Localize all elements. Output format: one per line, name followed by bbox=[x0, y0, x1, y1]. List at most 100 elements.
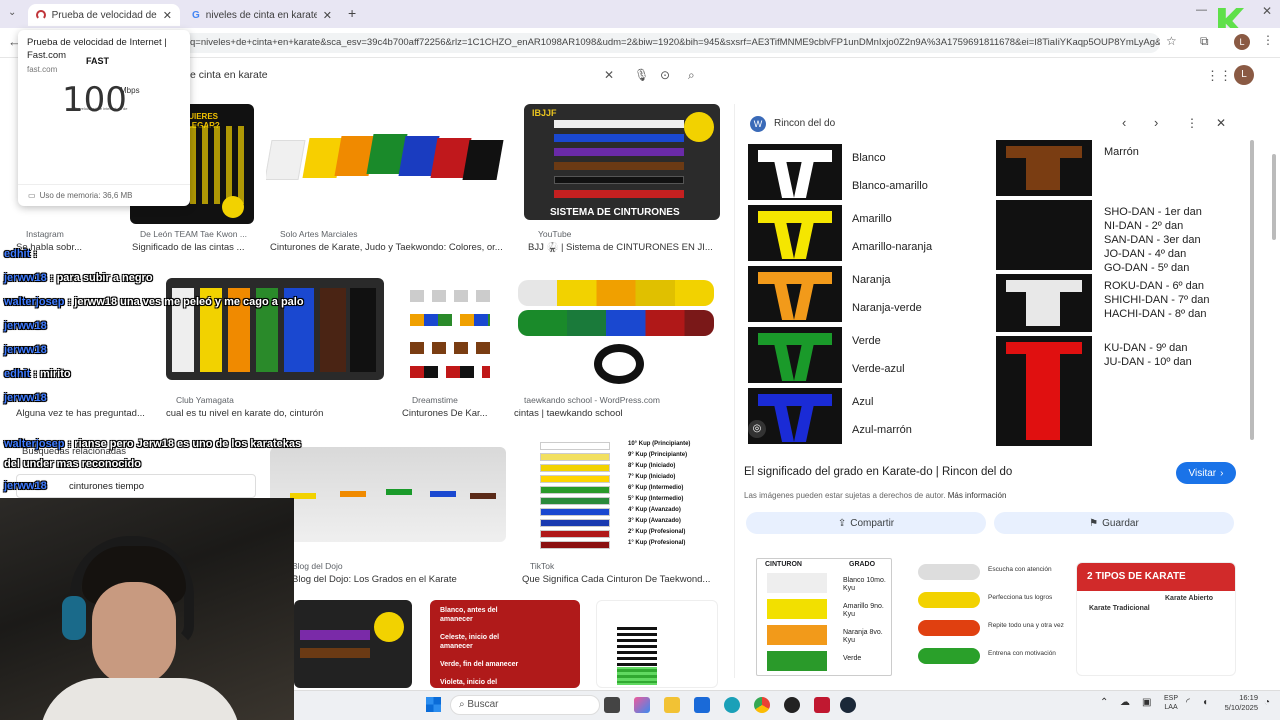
lens-search-icon[interactable]: ⊙ bbox=[660, 68, 670, 82]
result-caption[interactable]: Que Significa Cada Cinturon De Taekwond.… bbox=[522, 574, 718, 585]
more-info-link[interactable]: Más información bbox=[948, 491, 1007, 500]
result-caption[interactable]: Cinturones de Karate, Judo y Taekwondo: … bbox=[270, 242, 506, 253]
windows-start-icon[interactable] bbox=[426, 697, 441, 712]
related-image-rope[interactable]: Escucha con atención Perfecciona tus logr… bbox=[912, 558, 1068, 676]
hover-card-url: fast.com bbox=[27, 65, 58, 74]
result-caption[interactable]: Significado de las cintas ... bbox=[132, 242, 254, 253]
result-image-folded-belts[interactable] bbox=[166, 278, 384, 380]
share-button[interactable]: ⇪ Compartir bbox=[746, 512, 986, 534]
belt-grade-chart[interactable]: Blanco Blanco-amarillo Amarillo Amarillo-na… bbox=[748, 140, 1248, 450]
menu-dots-icon[interactable]: ⋮ bbox=[1262, 33, 1274, 47]
address-bar[interactable]: q=niveles+de+cinta+en+karate&sca_esv=39c… bbox=[180, 33, 1160, 53]
app-red-icon[interactable] bbox=[814, 697, 830, 713]
save-button[interactable]: ⚑ Guardar bbox=[994, 512, 1234, 534]
dan-belt-tail bbox=[1026, 216, 1060, 264]
bookmark-star-icon[interactable]: ☆ bbox=[1166, 34, 1177, 48]
tab-google[interactable]: G niveles de cinta en karate - Bus ✕ bbox=[184, 4, 340, 26]
tray-chevron-icon[interactable]: ⌃ bbox=[1100, 697, 1108, 708]
store-icon[interactable] bbox=[694, 697, 710, 713]
profile-avatar[interactable]: L bbox=[1234, 34, 1250, 50]
result-image-grade-table[interactable] bbox=[596, 600, 718, 688]
result-source[interactable]: TikTok bbox=[530, 561, 554, 571]
result-image-tied-belts[interactable] bbox=[512, 270, 718, 388]
result-source[interactable]: Solo Artes Marciales bbox=[280, 229, 357, 239]
task-view-icon[interactable] bbox=[604, 697, 620, 713]
close-panel-icon[interactable]: ✕ bbox=[1216, 116, 1226, 130]
result-image-belt-set[interactable] bbox=[400, 268, 498, 388]
result-source[interactable]: taewkando school - WordPress.com bbox=[524, 395, 660, 405]
result-caption[interactable]: Cinturones De Kar... bbox=[402, 408, 498, 419]
related-image-karate-types[interactable]: 2 TIPOS DE KARATE Karate Tradicional Kar… bbox=[1076, 562, 1236, 676]
taskbar-search[interactable]: ⌕ Buscar bbox=[450, 695, 600, 715]
result-source[interactable]: Instagram bbox=[26, 229, 64, 239]
tab-close-icon[interactable]: ✕ bbox=[163, 9, 172, 22]
tray-app-icon[interactable]: ▣ bbox=[1142, 697, 1151, 708]
more-options-icon[interactable]: ⋮ bbox=[1186, 116, 1198, 130]
tab-title: Prueba de velocidad de Interne bbox=[51, 9, 157, 21]
dark-belt-brown bbox=[300, 648, 370, 658]
clock[interactable]: 16:19 5/10/2025 bbox=[1218, 693, 1258, 713]
share-label: Compartir bbox=[850, 517, 895, 529]
extensions-icon[interactable]: ⧉ bbox=[1200, 34, 1209, 49]
new-tab-button[interactable]: + bbox=[348, 5, 356, 21]
result-image-poem[interactable]: Blanco, antes del amanecer Celeste, inici… bbox=[430, 600, 580, 688]
dan-belt-tail bbox=[1026, 290, 1060, 326]
result-caption[interactable]: BJJ 🥋 | Sistema de CINTURONES EN JI... bbox=[528, 242, 716, 253]
kup-label: 8° Kup (Iniciado) bbox=[628, 463, 676, 469]
result-caption[interactable]: cintas | taewkando school bbox=[514, 408, 718, 419]
panel-scrollbar[interactable] bbox=[1250, 140, 1254, 440]
next-image-icon[interactable]: › bbox=[1154, 115, 1158, 130]
apps-grid-icon[interactable]: ⋮⋮ bbox=[1206, 68, 1232, 84]
belt-knot-row4 bbox=[410, 366, 490, 378]
result-caption[interactable]: Blog del Dojo: Los Grados en el Karate bbox=[292, 574, 506, 585]
result-source[interactable]: De León TEAM Tae Kwon ... bbox=[140, 229, 247, 239]
wifi-icon[interactable]: ◜ bbox=[1186, 697, 1190, 708]
result-image-belts-row[interactable] bbox=[266, 104, 512, 224]
result-image-kup-list[interactable]: 10° Kup (Principiante) 9° Kup (Principian… bbox=[520, 436, 718, 550]
result-source[interactable]: Dreamstime bbox=[412, 395, 458, 405]
page-scrollbar[interactable] bbox=[1272, 154, 1276, 240]
chat-username: jerww18 bbox=[4, 392, 47, 404]
steam-icon[interactable] bbox=[840, 697, 856, 713]
tied-row1 bbox=[518, 280, 714, 306]
tab-search-chevron-icon[interactable]: ⌄ bbox=[8, 7, 16, 18]
result-image-karate-kids[interactable] bbox=[270, 447, 506, 542]
visit-button[interactable]: Visitar › bbox=[1176, 462, 1236, 484]
result-source[interactable]: Blog del Dojo bbox=[292, 561, 343, 571]
result-caption[interactable]: cual es tu nivel en karate do, cinturón bbox=[166, 408, 386, 419]
result-caption[interactable]: Alguna vez te has preguntad... bbox=[16, 408, 148, 419]
chat-message: edhit : bbox=[4, 248, 37, 260]
tab-close-icon[interactable]: ✕ bbox=[323, 9, 332, 22]
kup-bar bbox=[540, 464, 610, 472]
related-search-chip[interactable]: cinturones tiempo bbox=[16, 474, 256, 498]
notification-icon[interactable]: ◔ bbox=[1264, 697, 1270, 708]
search-icon[interactable]: ⌕ bbox=[688, 68, 695, 83]
close-window-icon[interactable]: ✕ bbox=[1262, 4, 1272, 18]
file-explorer-icon[interactable] bbox=[664, 697, 680, 713]
edge-icon[interactable] bbox=[724, 697, 740, 713]
chrome-icon[interactable] bbox=[754, 697, 770, 713]
voice-search-icon[interactable]: 🎙︎ bbox=[634, 68, 649, 82]
types-b: Karate Abierto bbox=[1165, 595, 1213, 602]
rope-label: Escucha con atención bbox=[988, 566, 1052, 573]
lens-icon[interactable]: ◎ bbox=[748, 420, 766, 438]
table-belt bbox=[767, 651, 827, 671]
panel-site-name[interactable]: Rincon del do bbox=[774, 118, 835, 129]
clear-search-icon[interactable]: ✕ bbox=[604, 68, 614, 82]
related-image-grade-table[interactable]: CINTURON GRADO Blanco 10mo. Kyu Amarillo 9n… bbox=[756, 558, 892, 676]
belt-tail-left bbox=[773, 221, 795, 259]
panel-title[interactable]: El significado del grado en Karate-do | … bbox=[744, 466, 1012, 478]
google-account-avatar[interactable]: L bbox=[1234, 65, 1254, 85]
language-indicator[interactable]: ESP LAA bbox=[1164, 694, 1178, 712]
prev-image-icon[interactable]: ‹ bbox=[1122, 115, 1126, 130]
obs-icon[interactable] bbox=[784, 697, 800, 713]
result-image-bjj-belts[interactable]: IBJJF SISTEMA DE CINTURONES bbox=[524, 104, 720, 220]
tab-fast[interactable]: Prueba de velocidad de Interne ✕ bbox=[28, 4, 180, 26]
minimize-icon[interactable]: — bbox=[1196, 4, 1207, 16]
copilot-icon[interactable] bbox=[634, 697, 650, 713]
volume-icon[interactable]: ◖ bbox=[1202, 697, 1208, 708]
tray-cloud-icon[interactable]: ☁ bbox=[1120, 697, 1130, 708]
result-source[interactable]: Club Yamagata bbox=[176, 395, 234, 405]
result-source[interactable]: YouTube bbox=[538, 229, 571, 239]
result-image-belt-colors-dark[interactable] bbox=[294, 600, 412, 688]
